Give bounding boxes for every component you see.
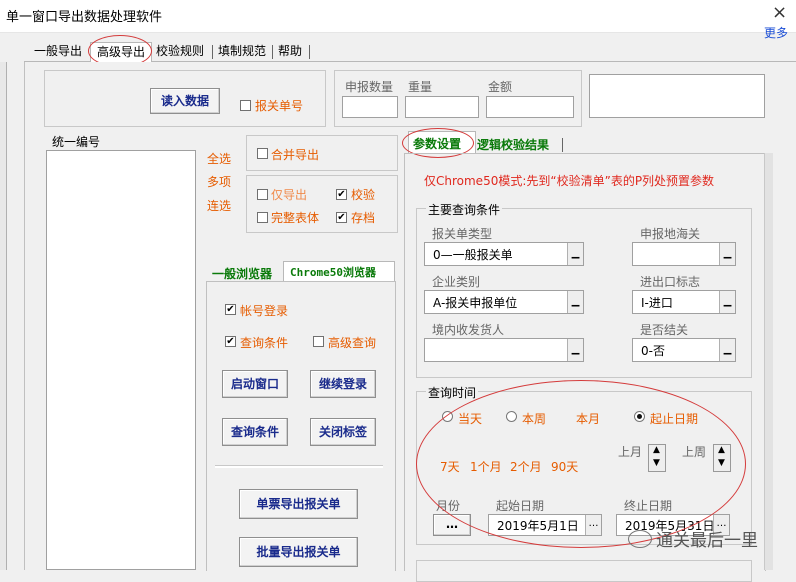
tab-help[interactable]: 帮助 (272, 42, 308, 61)
f4-label: 进出口标志 (640, 275, 701, 289)
message-box[interactable] (589, 74, 765, 118)
select-all-link[interactable]: 全选 (207, 150, 231, 167)
archive-checkbox[interactable]: ✔ (336, 212, 347, 223)
f2-label: 申报地海关 (640, 227, 701, 241)
tab-separator (309, 45, 310, 59)
single-export-button[interactable]: 单票导出报关单 (239, 489, 358, 519)
tab-chrome50-browser[interactable]: Chrome50浏览器 (290, 264, 376, 280)
weight-field[interactable] (405, 96, 479, 118)
dropdown-icon[interactable]: ▁ (567, 339, 583, 361)
merge-checkbox[interactable] (257, 148, 268, 159)
tab-fill-standard[interactable]: 填制规范 (212, 42, 272, 61)
f4-combo[interactable]: I-进口 ▁ (632, 290, 736, 314)
dropdown-icon[interactable]: ▁ (567, 291, 583, 313)
f3-label: 企业类别 (432, 275, 481, 289)
close-tab-button[interactable]: 关闭标签 (310, 418, 376, 446)
range-select-link[interactable]: 连选 (207, 197, 231, 214)
watermark-text: 通关最后一里 (656, 531, 758, 551)
f6-value: 0-否 (641, 344, 665, 358)
main-query-title: 主要查询条件 (426, 201, 503, 218)
f3-value: A-报关申报单位 (433, 296, 518, 310)
query-time-title: 查询时间 (426, 384, 479, 401)
verify-label: 校验 (351, 188, 376, 202)
adv-query-label: 高级查询 (328, 336, 377, 350)
close-icon[interactable]: × (772, 2, 787, 23)
tab-logic-results[interactable]: 逻辑校验结果 (477, 136, 549, 153)
f6-combo[interactable]: 0-否 ▁ (632, 338, 736, 362)
full-table-label: 完整表体 (271, 211, 320, 225)
divider (215, 465, 383, 468)
wechat-logo-icon (628, 530, 652, 548)
query-cond-checkbox[interactable]: ✔ (225, 336, 236, 347)
continue-login-button[interactable]: 继续登录 (310, 370, 376, 398)
tab-check-rules[interactable]: 校验规则 (150, 42, 210, 61)
bgd-no-checkbox[interactable] (240, 100, 251, 111)
window-title: 单一窗口导出数据处理软件 (6, 10, 163, 25)
qty-field[interactable] (342, 96, 398, 118)
export-options-group (246, 175, 398, 233)
account-login-label: 帐号登录 (240, 304, 289, 318)
f1-combo[interactable]: 0—一般报关单 ▁ (424, 242, 584, 266)
amount-field[interactable] (486, 96, 574, 118)
adv-query-checkbox[interactable] (313, 336, 324, 347)
lower-group (416, 560, 752, 582)
verify-checkbox[interactable]: ✔ (336, 189, 347, 200)
start-window-button[interactable]: 启动窗口 (222, 370, 288, 398)
dropdown-icon[interactable]: ▁ (567, 243, 583, 265)
f3-combo[interactable]: A-报关申报单位 ▁ (424, 290, 584, 314)
f5-label: 境内收发货人 (432, 323, 505, 337)
f2-combo[interactable]: ▁ (632, 242, 736, 266)
merge-group (246, 135, 398, 171)
full-table-checkbox[interactable] (257, 212, 268, 223)
qty-label: 申报数量 (345, 80, 394, 94)
batch-export-button[interactable]: 批量导出报关单 (239, 537, 358, 567)
query-cond-label: 查询条件 (240, 336, 289, 350)
read-data-button[interactable]: 读入数据 (150, 88, 220, 114)
params-notice: 仅Chrome50模式:先到“校验清单”表的P列处预置参数 (424, 174, 715, 188)
f6-label: 是否结关 (640, 323, 689, 337)
more-link[interactable]: 更多 (764, 24, 788, 41)
amount-label: 金额 (488, 80, 513, 94)
dropdown-icon[interactable]: ▁ (719, 339, 735, 361)
dropdown-icon[interactable]: ▁ (719, 243, 735, 265)
export-only-checkbox[interactable] (257, 189, 268, 200)
f1-label: 报关单类型 (432, 227, 493, 241)
f4-value: I-进口 (641, 296, 673, 310)
dropdown-icon[interactable]: ▁ (719, 291, 735, 313)
f5-combo[interactable]: ▁ (424, 338, 584, 362)
weight-label: 重量 (408, 80, 433, 94)
bgd-no-label: 报关单号 (255, 99, 304, 113)
export-only-label: 仅导出 (271, 188, 308, 202)
archive-label: 存档 (351, 211, 376, 225)
list-header: 统一编号 (52, 135, 101, 149)
tab-separator (562, 138, 563, 152)
merge-label: 合并导出 (271, 148, 320, 162)
left-edge (0, 62, 7, 570)
tab-general-export[interactable]: 一般导出 (28, 42, 88, 61)
f1-value: 0—一般报关单 (433, 248, 513, 262)
tab-general-browser[interactable]: 一般浏览器 (212, 265, 272, 282)
multi-select-link[interactable]: 多项 (207, 173, 231, 190)
account-login-checkbox[interactable]: ✔ (225, 304, 236, 315)
id-list[interactable] (46, 150, 196, 570)
annotation-ellipse (416, 380, 746, 548)
query-cond-button[interactable]: 查询条件 (222, 418, 288, 446)
scrollbar[interactable] (764, 153, 773, 570)
